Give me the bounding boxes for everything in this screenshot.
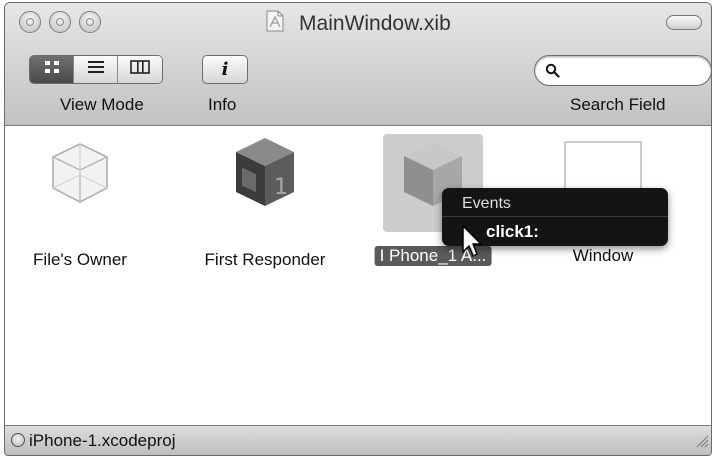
window-title-bar: MainWindow.xib <box>5 10 711 38</box>
view-mode-label: View Mode <box>60 95 144 114</box>
toolbar: MainWindow.xib i View Mode Info Search F… <box>5 3 711 126</box>
object-first-responder[interactable]: 1 First Responder <box>205 134 325 274</box>
search-field-label: Search Field <box>570 95 666 114</box>
toolbar-toggle-button[interactable] <box>666 15 702 30</box>
info-button[interactable]: i <box>202 55 248 84</box>
list-view-icon <box>87 60 105 79</box>
search-icon <box>545 63 560 83</box>
object-files-owner[interactable]: File's Owner <box>33 138 127 278</box>
list-view-button[interactable] <box>74 56 118 83</box>
column-view-button[interactable] <box>118 56 162 83</box>
icon-view-icon <box>43 60 61 79</box>
objects-area: File's Owner 1 First Responder I Phone_1… <box>5 126 711 426</box>
object-label: File's Owner <box>33 250 127 269</box>
column-view-icon <box>130 60 150 79</box>
wireframe-cube-icon <box>45 143 115 212</box>
project-name: iPhone-1.xcodeproj <box>29 431 176 450</box>
popup-header: Events <box>462 195 511 212</box>
project-status-icon <box>11 433 25 447</box>
object-label: Window <box>572 246 634 265</box>
first-responder-cube-icon: 1 <box>230 138 300 214</box>
popup-item-click1[interactable]: click1: <box>486 222 539 242</box>
info-icon: i <box>221 59 229 80</box>
mouse-pointer-icon <box>461 224 487 269</box>
icon-view-button[interactable] <box>30 56 74 83</box>
status-bar: iPhone-1.xcodeproj <box>5 425 711 455</box>
view-mode-segmented-control <box>29 55 163 84</box>
svg-text:1: 1 <box>274 175 288 200</box>
search-field[interactable] <box>534 55 711 86</box>
popup-divider <box>442 216 668 217</box>
object-label: First Responder <box>204 250 326 269</box>
xib-file-icon <box>265 10 285 38</box>
window-title: MainWindow.xib <box>299 12 451 35</box>
search-input[interactable] <box>565 59 709 83</box>
info-label: Info <box>208 95 237 114</box>
resize-grip-icon[interactable] <box>693 432 709 453</box>
